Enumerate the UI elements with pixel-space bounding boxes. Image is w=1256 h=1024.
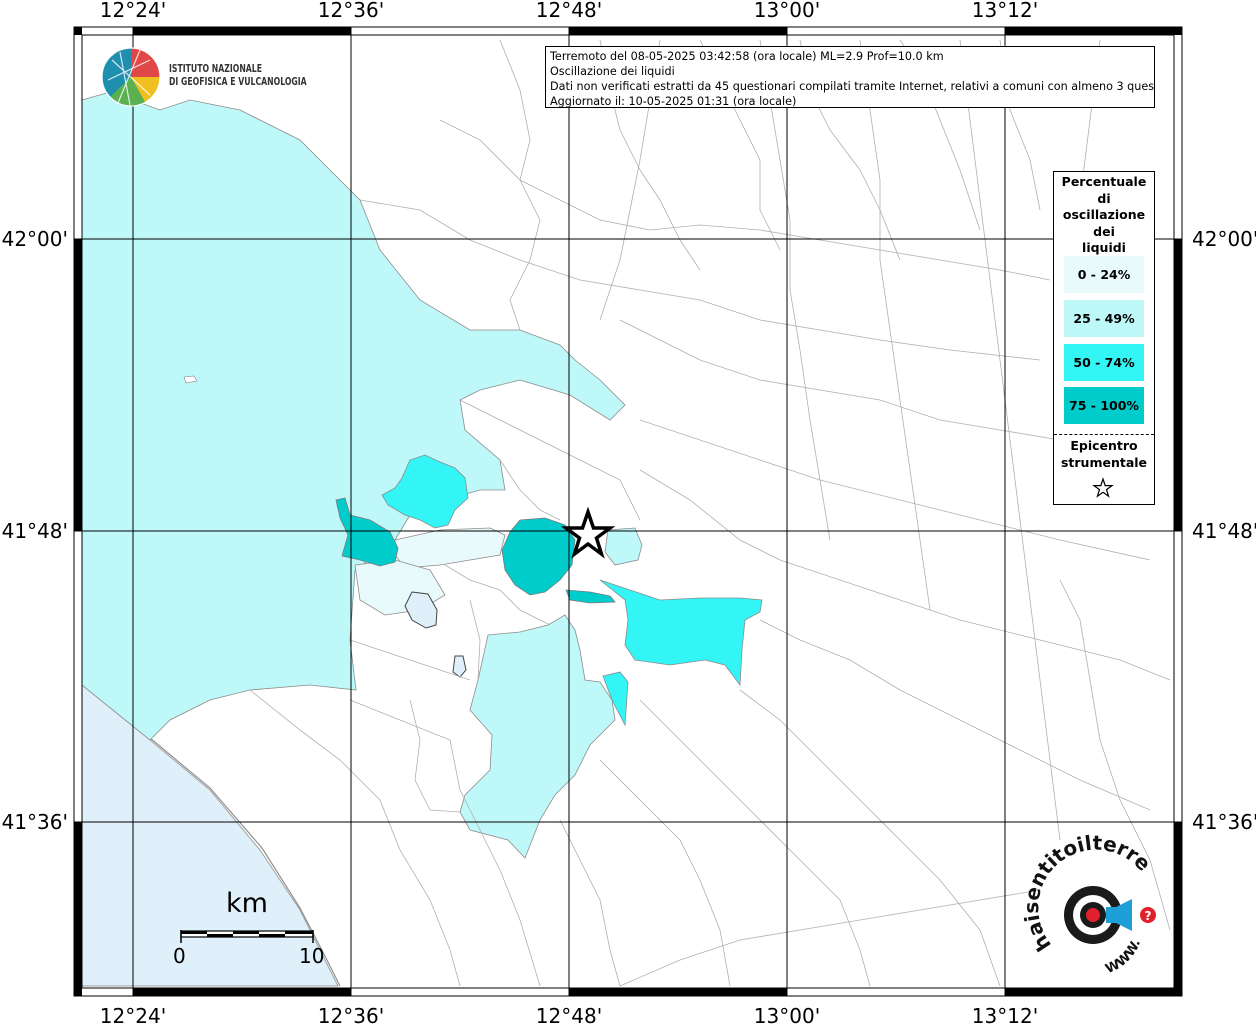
star-icon [1092, 477, 1114, 498]
lon-label-bottom-5: 13°12' [972, 1004, 1038, 1024]
scale-unit: km [226, 888, 268, 919]
legend-epicenter-line: strumentale [1060, 455, 1148, 470]
legend-title-line: di [1097, 190, 1111, 206]
map: 12°24' 12°36' 12°48' 13°00' 13°12' 12°24… [0, 0, 1256, 1024]
lon-label-top-1: 12°24' [100, 0, 166, 22]
legend-title-line: liquidi [1082, 240, 1126, 255]
region-25-49-east-epi [604, 527, 643, 566]
institute-name: ISTITUTO NAZIONALE DI GEOFISICA E VULCAN… [169, 63, 307, 89]
scale-end: 10 [299, 944, 325, 968]
legend-class-25-49: 25 - 49% [1064, 300, 1144, 337]
institute-line-2: DI GEOFISICA E VULCANOLOGIA [169, 76, 307, 88]
ingv-globe-icon [101, 47, 161, 107]
lat-label-left-1: 42°00' [2, 227, 68, 251]
legend-title-line: oscillazione [1062, 207, 1146, 222]
legend-class-50-74: 50 - 74% [1064, 344, 1144, 381]
lat-label-left-2: 41°48' [2, 519, 68, 543]
legend-divider [1054, 434, 1154, 435]
lon-label-top-4: 13°00' [754, 0, 820, 22]
legend-title: Percentuale di oscillazione dei liquidi [1054, 172, 1154, 257]
lon-label-bottom-1: 12°24' [100, 1004, 166, 1024]
earthquake-info-box: Terremoto del 08-05-2025 03:42:58 (ora l… [545, 46, 1155, 108]
lon-label-bottom-3: 12°48' [536, 1004, 602, 1024]
legend-title-line: Percentuale [1061, 174, 1147, 189]
lon-label-bottom-4: 13°00' [754, 1004, 820, 1024]
info-line-4: Aggiornato il: 10-05-2025 01:31 (ora loc… [550, 95, 797, 108]
legend-class-0-24: 0 - 24% [1064, 256, 1144, 293]
svg-text:?: ? [1145, 909, 1152, 923]
legend-class-75-100: 75 - 100% [1064, 387, 1144, 424]
lon-label-top-5: 13°12' [972, 0, 1038, 22]
legend-epicenter-title: Epicentro strumentale [1054, 437, 1154, 471]
info-line-3: Dati non verificati estratti da 45 quest… [550, 80, 1155, 93]
lat-label-right-3: 41°36' [1192, 810, 1256, 834]
lon-label-bottom-2: 12°36' [318, 1004, 384, 1024]
info-line-2: Oscillazione dei liquidi [550, 65, 675, 78]
lon-label-top-2: 12°36' [318, 0, 384, 22]
lat-label-right-1: 42°00' [1192, 227, 1256, 251]
lon-label-top-3: 12°48' [536, 0, 602, 22]
institute-line-1: ISTITUTO NAZIONALE [169, 63, 263, 75]
scale-start: 0 [173, 944, 186, 968]
legend-title-line: dei [1093, 223, 1115, 239]
legend: Percentuale di oscillazione dei liquidi … [1053, 171, 1155, 505]
legend-epicenter-line: Epicentro [1070, 438, 1138, 453]
lat-label-left-3: 41°36' [2, 810, 68, 834]
lat-label-right-2: 41°48' [1192, 519, 1256, 543]
info-line-1: Terremoto del 08-05-2025 03:42:58 (ora l… [550, 50, 944, 63]
